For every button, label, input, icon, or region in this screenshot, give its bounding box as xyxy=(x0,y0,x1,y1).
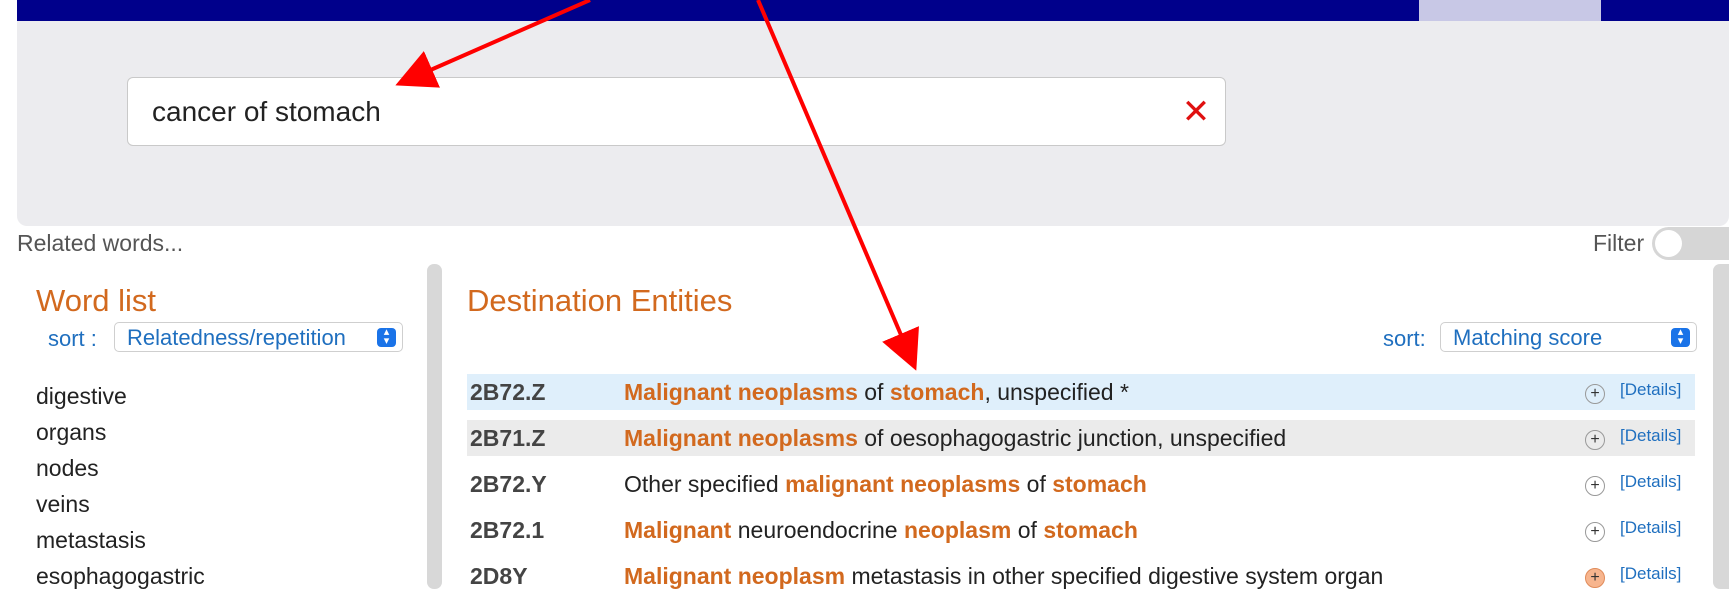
annotation-arrow xyxy=(756,0,919,371)
annotation-arrow xyxy=(395,0,591,88)
annotation-arrows xyxy=(395,0,919,371)
